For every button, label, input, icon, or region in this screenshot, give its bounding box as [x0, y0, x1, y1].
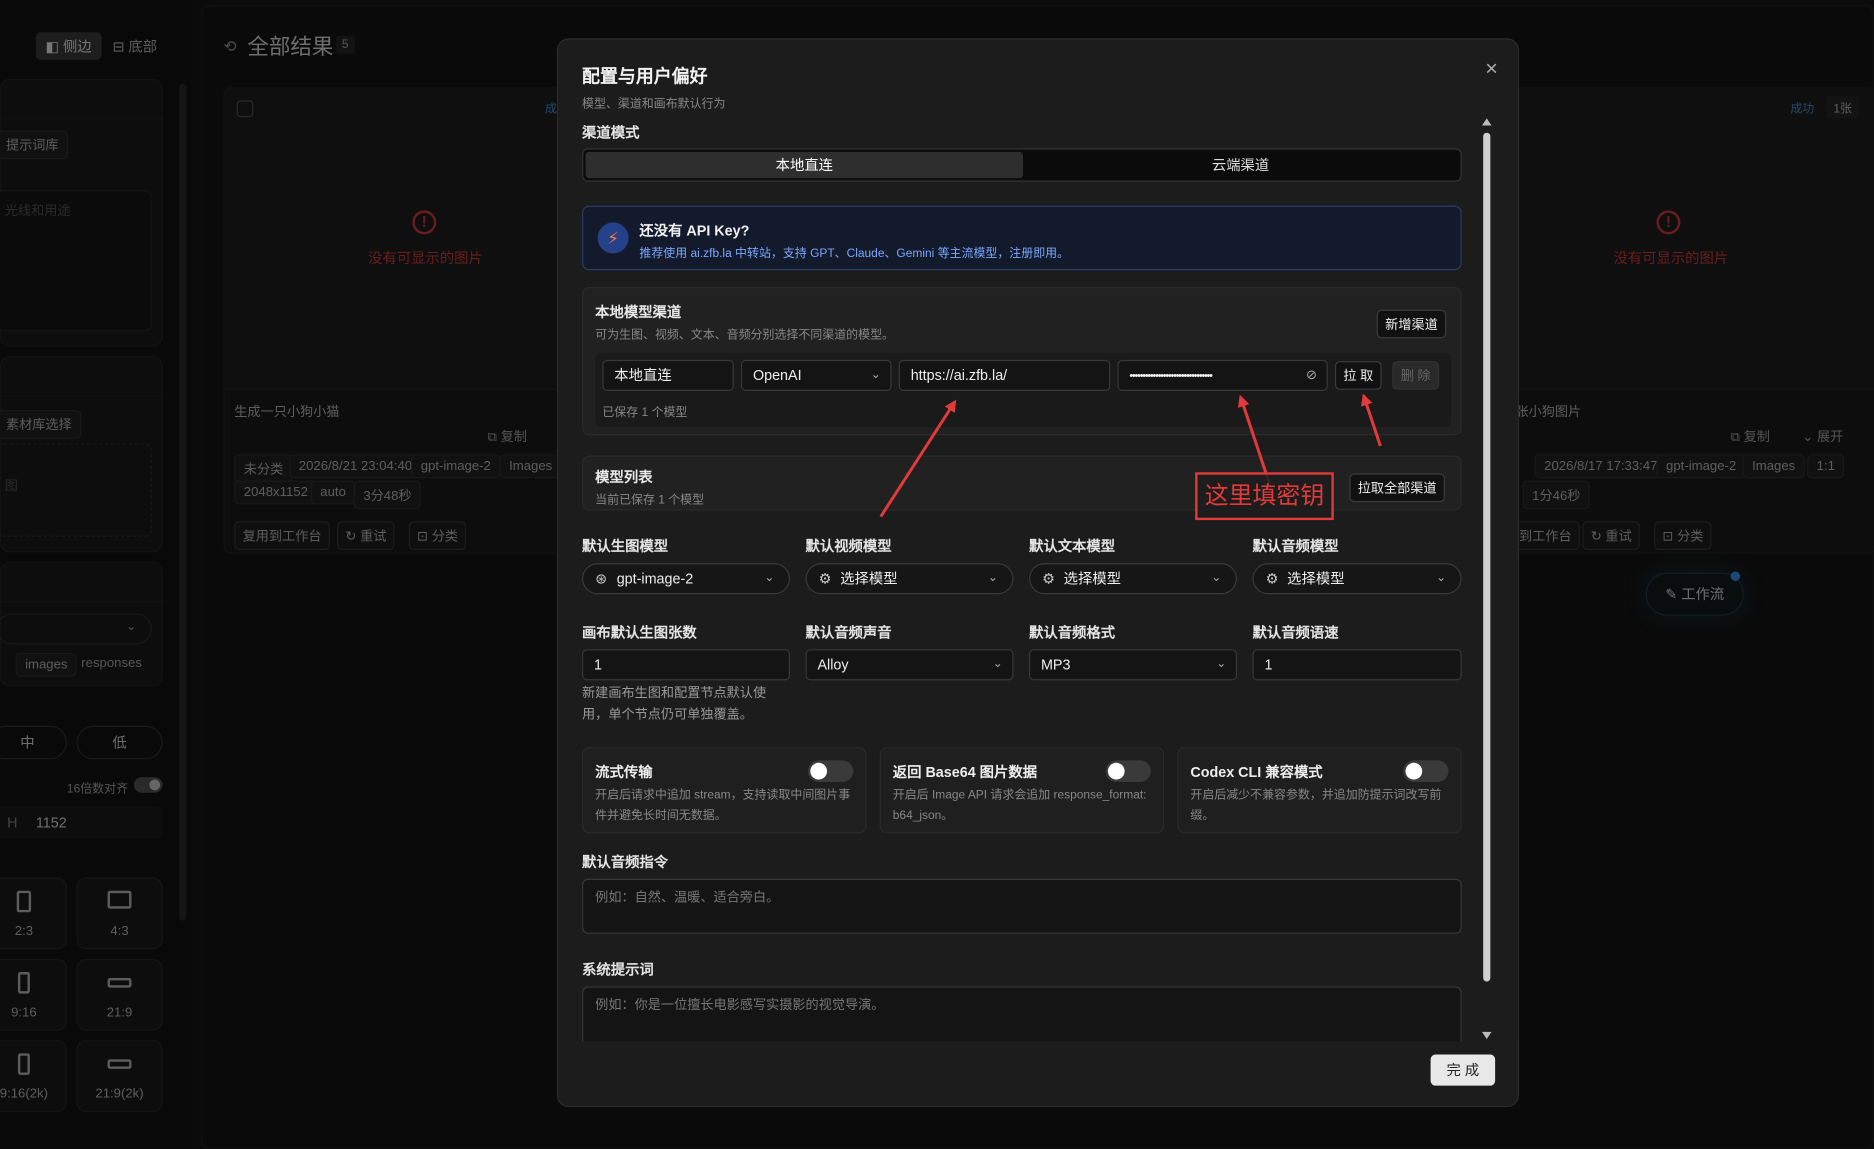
annotation-label: 这里填密钥 — [1195, 472, 1334, 521]
arrow-to-pull — [1361, 393, 1382, 447]
annotation-arrows — [879, 393, 1382, 518]
arrow-to-url — [879, 399, 957, 518]
arrow-to-key — [1237, 394, 1271, 484]
